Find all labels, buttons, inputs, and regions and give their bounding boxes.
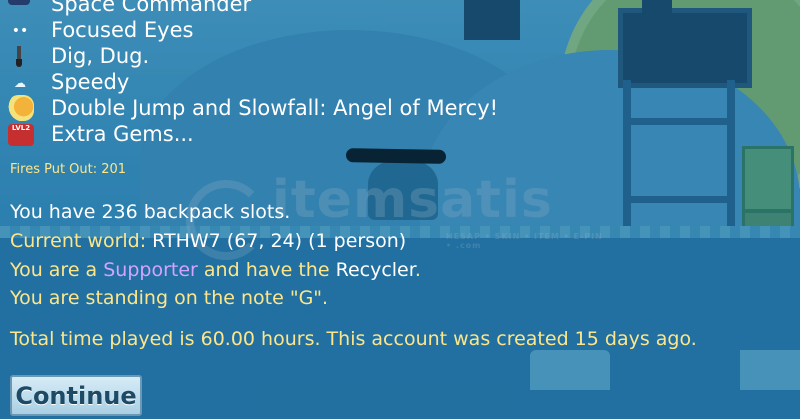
mod-item: Dig, Dug. [0,43,520,69]
mod-item: Double Jump and Slowfall: Angel of Mercy… [0,95,520,121]
player-info-dialog: Space Commander •• Focused Eyes Dig, Dug… [0,0,800,419]
shovel-icon [16,46,22,68]
role-suffix: . [414,259,421,281]
gem-badge-level: LVL2 [11,124,31,132]
mod-item: ☁ Speedy [0,69,520,95]
role-prefix: You are a [10,259,104,281]
recycler-label: Recycler [335,259,415,281]
mod-label: Focused Eyes [51,18,194,42]
time-played-text: Total time played is 60.00 hours. This a… [10,328,697,350]
mod-label: Space Commander [51,0,252,16]
mod-label: Speedy [51,70,130,94]
standing-note-text: You are standing on the note "G". [10,287,329,309]
commander-helmet-icon [8,0,30,5]
current-world-value: RTHW7 (67, 24) (1 person) [152,230,407,252]
role-text: You are a Supporter and have the Recycle… [10,258,421,282]
mod-label: Dig, Dug. [51,44,150,68]
mod-item: •• Focused Eyes [0,17,520,43]
angel-wings-icon [8,95,34,121]
supporter-label: Supporter [103,259,198,281]
continue-button[interactable]: Continue [10,375,142,416]
gem-badge-icon: LVL2 [8,124,34,146]
eyes-icon: •• [11,23,29,39]
mod-label: Double Jump and Slowfall: Angel of Mercy… [51,96,499,120]
current-world-label: Current world: [10,230,153,252]
mod-item: Space Commander [0,0,520,17]
mod-label: Extra Gems... [51,122,194,146]
speed-cloud-icon: ☁ [14,76,26,90]
current-world-text: Current world: RTHW7 (67, 24) (1 person) [10,229,406,253]
mod-item: LVL2 Extra Gems... [0,121,520,147]
role-middle: and have the [197,259,336,281]
backpack-slots-text: You have 236 backpack slots. [10,201,291,223]
fires-put-out-stat: Fires Put Out: 201 [10,162,127,177]
